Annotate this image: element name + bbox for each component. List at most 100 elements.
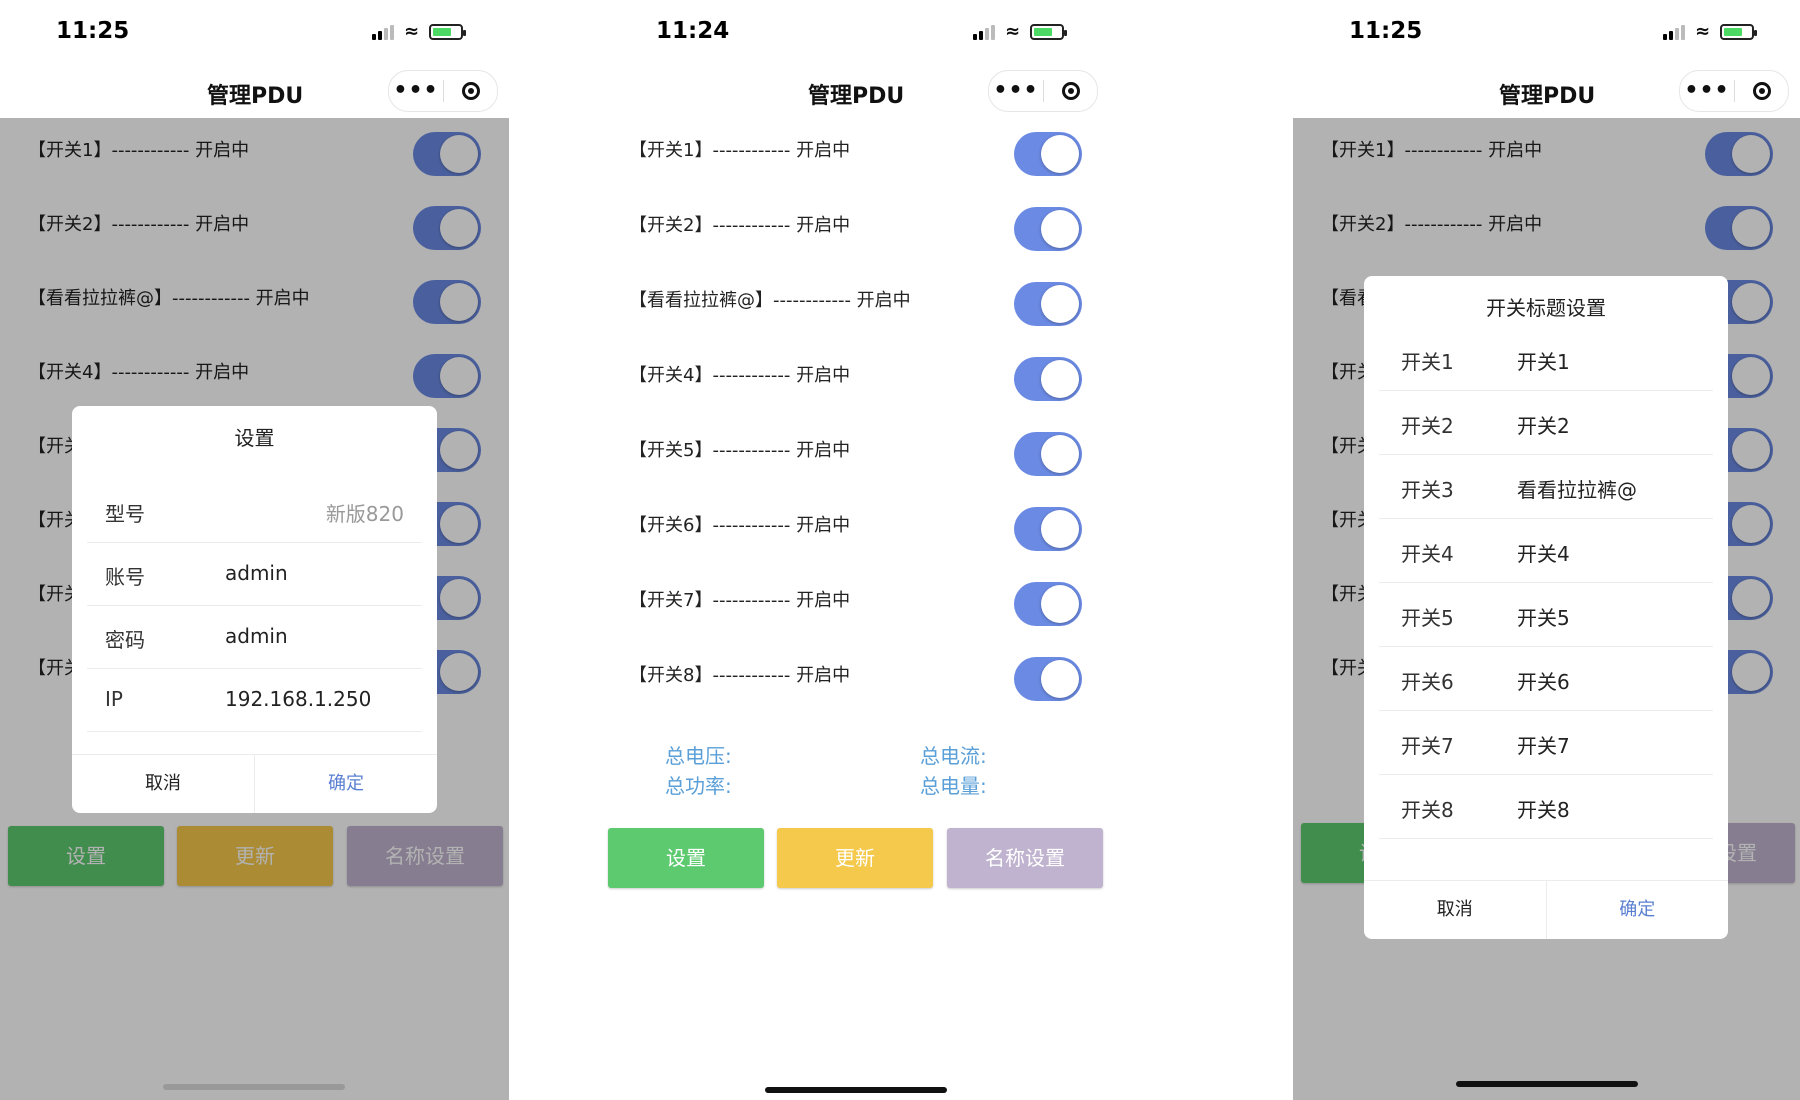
wifi-icon: ≈ xyxy=(404,21,420,42)
status-bar: 11:24 ≈ xyxy=(509,0,1203,64)
nav-bar: 管理PDU ••• xyxy=(0,64,509,118)
home-indicator xyxy=(765,1087,947,1093)
switch-row: 【开关6】------------ 开启中 xyxy=(509,493,1203,553)
switch-label: 【开关7】------------ 开启中 xyxy=(629,590,851,611)
more-icon[interactable]: ••• xyxy=(989,71,1043,111)
switch-toggle[interactable] xyxy=(1014,582,1082,626)
title-input[interactable]: 开关2 xyxy=(1517,410,1570,439)
page-title: 管理PDU xyxy=(1499,84,1596,109)
mini-program-capsule: ••• xyxy=(1679,70,1789,112)
title-row: 开关8 开关8 xyxy=(1379,776,1713,839)
title-row: 开关5 开关5 xyxy=(1379,584,1713,647)
switch-toggle[interactable] xyxy=(1014,507,1082,551)
more-icon[interactable]: ••• xyxy=(1680,71,1734,111)
status-icons: ≈ xyxy=(973,21,1068,42)
wifi-icon: ≈ xyxy=(1005,21,1021,42)
phone-screen-main: 11:24 ≈ 管理PDU ••• 【开关1】------------ 开启中 … xyxy=(509,0,1203,1100)
title-input[interactable]: 开关5 xyxy=(1517,602,1570,631)
model-row: 型号 新版820 xyxy=(87,480,422,543)
close-target-icon[interactable] xyxy=(1735,82,1788,100)
switch-toggle[interactable] xyxy=(1014,282,1082,326)
ip-label: IP xyxy=(105,687,123,711)
switch-row: 【看看拉拉裤@】------------ 开启中 xyxy=(509,268,1203,328)
account-row: 账号 admin xyxy=(87,543,422,606)
switch-toggle[interactable] xyxy=(1014,207,1082,251)
title-input[interactable]: 开关1 xyxy=(1517,346,1570,375)
switch-row: 【开关7】------------ 开启中 xyxy=(509,568,1203,628)
status-time: 11:25 xyxy=(1349,18,1423,44)
battery-icon xyxy=(1720,24,1758,40)
account-label: 账号 xyxy=(105,565,145,589)
ip-input[interactable]: 192.168.1.250 xyxy=(225,687,371,711)
title-input[interactable]: 开关4 xyxy=(1517,538,1570,567)
switch-key: 开关3 xyxy=(1401,478,1454,502)
switch-row: 【开关2】------------ 开启中 xyxy=(509,193,1203,253)
switch-row: 【开关4】------------ 开启中 xyxy=(509,343,1203,403)
status-bar: 11:25 ≈ xyxy=(1293,0,1800,64)
switch-label: 【开关8】------------ 开启中 xyxy=(629,665,851,686)
confirm-button[interactable]: 确定 xyxy=(255,755,437,813)
title-input[interactable]: 开关7 xyxy=(1517,730,1570,759)
home-indicator xyxy=(163,1084,345,1090)
password-label: 密码 xyxy=(105,628,145,652)
ip-row: IP 192.168.1.250 xyxy=(87,669,422,732)
more-icon[interactable]: ••• xyxy=(389,71,443,111)
switch-row: 【开关1】------------ 开启中 xyxy=(509,118,1203,178)
signal-icon xyxy=(1663,24,1685,40)
cancel-button[interactable]: 取消 xyxy=(72,755,255,813)
switch-label: 【开关4】------------ 开启中 xyxy=(629,365,851,386)
switch-label: 【开关6】------------ 开启中 xyxy=(629,515,851,536)
phone-screen-title-settings: 11:25 ≈ 管理PDU ••• 【开关1】------------ 开启中 … xyxy=(1293,0,1800,1100)
switch-key: 开关2 xyxy=(1401,414,1454,438)
signal-icon xyxy=(973,24,995,40)
title-row: 开关6 开关6 xyxy=(1379,648,1713,711)
switch-label: 【看看拉拉裤@】------------ 开启中 xyxy=(629,290,911,311)
title-row: 开关3 看看拉拉裤@ xyxy=(1379,456,1713,519)
dialog-title: 开关标题设置 xyxy=(1486,296,1606,320)
close-target-icon[interactable] xyxy=(1044,82,1097,100)
mini-program-capsule: ••• xyxy=(388,70,498,112)
total-current: 总电流: xyxy=(920,744,987,768)
switch-toggle[interactable] xyxy=(1014,132,1082,176)
close-target-icon[interactable] xyxy=(444,82,497,100)
page-title: 管理PDU xyxy=(808,84,905,109)
nav-bar: 管理PDU ••• xyxy=(509,64,1203,118)
title-input[interactable]: 开关8 xyxy=(1517,794,1570,823)
title-row: 开关4 开关4 xyxy=(1379,520,1713,583)
title-input[interactable]: 开关6 xyxy=(1517,666,1570,695)
mini-program-capsule: ••• xyxy=(988,70,1098,112)
total-voltage: 总电压: xyxy=(665,744,732,768)
confirm-button[interactable]: 确定 xyxy=(1547,881,1729,939)
cancel-button[interactable]: 取消 xyxy=(1364,881,1547,939)
switch-toggle[interactable] xyxy=(1014,357,1082,401)
title-input[interactable]: 看看拉拉裤@ xyxy=(1517,474,1637,503)
dialog-footer: 取消 确定 xyxy=(72,754,437,813)
settings-dialog: 设置 型号 新版820 账号 admin 密码 admin IP 192.168… xyxy=(72,406,437,813)
total-power: 总功率: xyxy=(665,774,732,798)
model-select[interactable]: 新版820 xyxy=(326,498,404,527)
title-row: 开关2 开关2 xyxy=(1379,392,1713,455)
model-label: 型号 xyxy=(105,502,145,526)
switch-row: 【开关5】------------ 开启中 xyxy=(509,418,1203,478)
page-title: 管理PDU xyxy=(207,84,304,109)
wifi-icon: ≈ xyxy=(1695,21,1711,42)
switch-toggle[interactable] xyxy=(1014,657,1082,701)
dialog-footer: 取消 确定 xyxy=(1364,880,1728,939)
status-time: 11:24 xyxy=(656,18,730,44)
rename-button[interactable]: 名称设置 xyxy=(947,828,1103,888)
switch-toggle[interactable] xyxy=(1014,432,1082,476)
battery-icon xyxy=(1030,24,1068,40)
switch-label: 【开关5】------------ 开启中 xyxy=(629,440,851,461)
switch-key: 开关4 xyxy=(1401,542,1454,566)
account-input[interactable]: admin xyxy=(225,561,288,585)
switch-key: 开关7 xyxy=(1401,734,1454,758)
update-button[interactable]: 更新 xyxy=(777,828,933,888)
settings-button[interactable]: 设置 xyxy=(608,828,764,888)
switch-key: 开关6 xyxy=(1401,670,1454,694)
dialog-title: 设置 xyxy=(234,426,275,450)
phone-screen-settings: 11:25 ≈ 管理PDU ••• 【开关1】------------ 开启中 … xyxy=(0,0,509,1100)
switch-key: 开关1 xyxy=(1401,350,1454,374)
switch-row: 【开关8】------------ 开启中 xyxy=(509,643,1203,703)
status-time: 11:25 xyxy=(56,18,130,44)
password-input[interactable]: admin xyxy=(225,624,288,648)
